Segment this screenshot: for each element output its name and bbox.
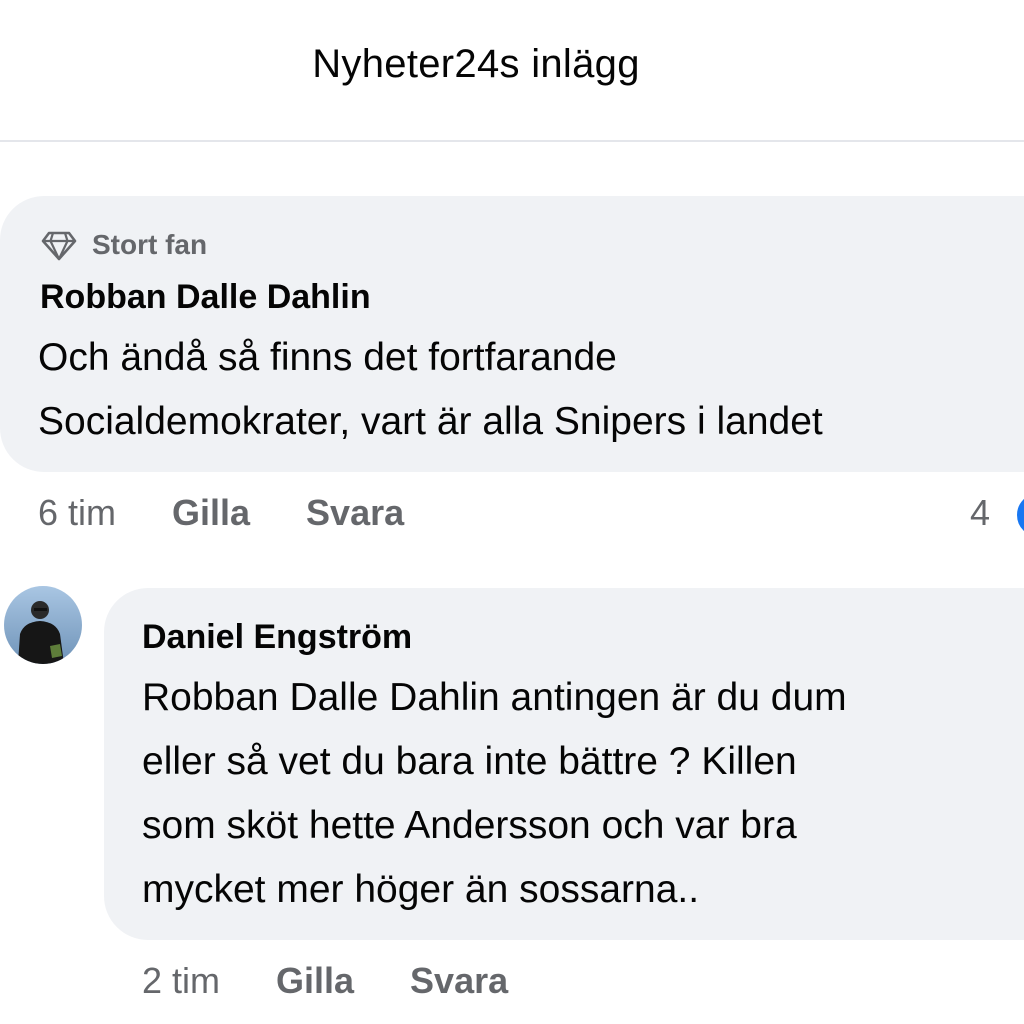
comment-actions: 6 tim Gilla Svara bbox=[38, 492, 460, 534]
reply-text: Robban Dalle Dahlin antingen är du dum e… bbox=[142, 666, 847, 922]
reply-button[interactable]: Svara bbox=[410, 960, 508, 1002]
comment-author[interactable]: Robban Dalle Dahlin bbox=[40, 278, 371, 317]
badge-label: Stort fan bbox=[92, 229, 208, 260]
reply-timestamp[interactable]: 2 tim bbox=[142, 960, 220, 1002]
post-comments-page: Nyheter24s inlägg Stort fan Robban Dalle… bbox=[0, 0, 1024, 1024]
comment-text: Och ändå så finns det fortfarande Social… bbox=[38, 326, 823, 454]
reaction-count[interactable]: 4 bbox=[970, 492, 990, 534]
reply-author[interactable]: Daniel Engström bbox=[142, 618, 412, 657]
diamond-icon bbox=[41, 231, 77, 261]
avatar[interactable] bbox=[4, 586, 82, 664]
reply-button[interactable]: Svara bbox=[306, 492, 404, 534]
reply-line: eller så vet du bara inte bättre ? Kille… bbox=[142, 740, 797, 783]
comment-line: Och ändå så finns det fortfarande bbox=[38, 336, 617, 379]
page-header: Nyheter24s inlägg bbox=[0, 0, 1024, 142]
like-reaction-icon[interactable] bbox=[1014, 490, 1024, 540]
page-title: Nyheter24s inlägg bbox=[312, 41, 640, 86]
reply-line: som sköt hette Andersson och var bra bbox=[142, 804, 797, 847]
like-button[interactable]: Gilla bbox=[276, 960, 354, 1002]
reply-line: Robban Dalle Dahlin antingen är du dum bbox=[142, 676, 847, 719]
reply-line: mycket mer höger än sossarna.. bbox=[142, 868, 700, 911]
reply-actions: 2 tim Gilla Svara bbox=[142, 960, 564, 1002]
user-avatar-icon bbox=[4, 586, 82, 664]
like-button[interactable]: Gilla bbox=[172, 492, 250, 534]
top-fan-badge: Stort fan bbox=[40, 226, 207, 264]
comment-line: Socialdemokrater, vart är alla Snipers i… bbox=[38, 400, 823, 443]
comment-timestamp[interactable]: 6 tim bbox=[38, 492, 116, 534]
